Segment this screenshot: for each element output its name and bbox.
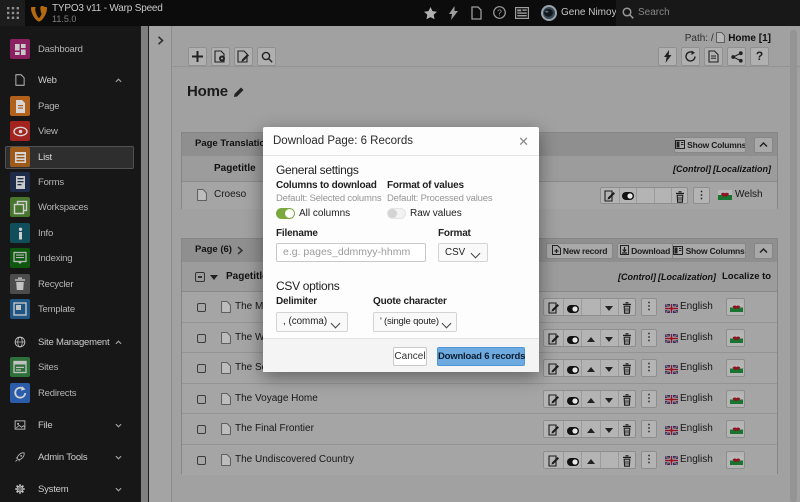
svg-text:?: ?	[497, 7, 502, 17]
